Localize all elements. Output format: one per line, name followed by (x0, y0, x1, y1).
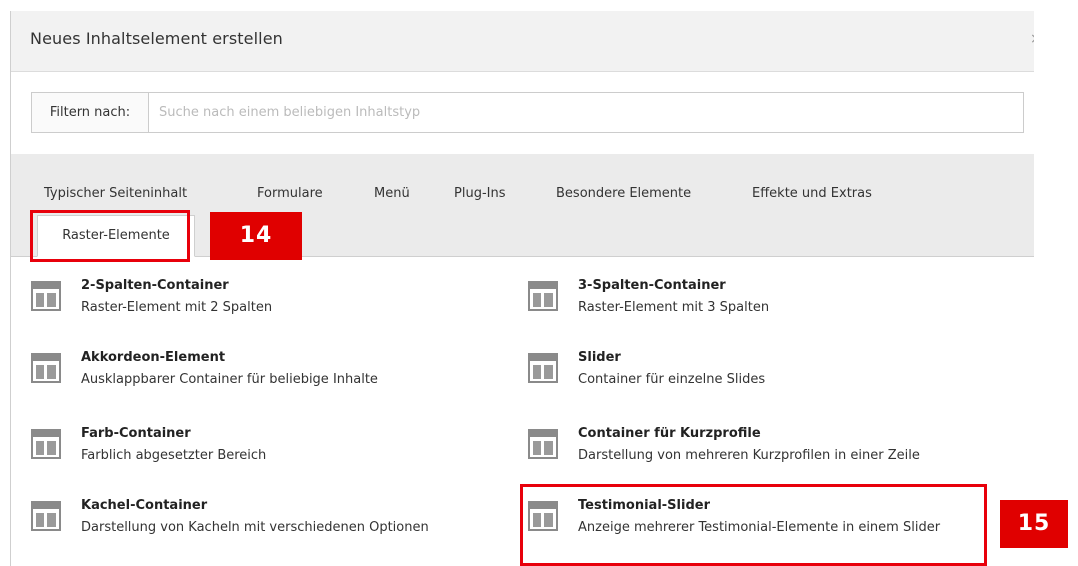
filter-label: Filtern nach: (32, 93, 149, 132)
element-title: 2-Spalten-Container (81, 278, 229, 293)
element-description: Raster-Element mit 3 Spalten (578, 300, 770, 315)
grid-layout-icon (528, 281, 558, 311)
grid-layout-icon (31, 353, 61, 383)
grid-layout-icon (31, 281, 61, 311)
new-content-element-dialog: Neues Inhaltselement erstellen × Filtern… (10, 11, 1034, 566)
grid-layout-icon (528, 429, 558, 459)
element-description: Ausklappbarer Container für beliebige In… (81, 372, 378, 387)
tab-typischer-seiteninhalt[interactable]: Typischer Seiteninhalt (44, 186, 187, 201)
element-description: Farblich abgesetzter Bereich (81, 448, 267, 463)
tab-formulare[interactable]: Formulare (257, 186, 323, 201)
element-description: Darstellung von Kacheln mit verschiedene… (81, 520, 429, 535)
element-title: Akkordeon-Element (81, 350, 226, 365)
dialog-header: Neues Inhaltselement erstellen × (11, 11, 1034, 72)
element-title: Kachel-Container (81, 498, 208, 513)
element-description: Darstellung von mehreren Kurzprofilen in… (578, 448, 920, 463)
page: Neues Inhaltselement erstellen × Filtern… (0, 0, 1078, 566)
grid-layout-icon (528, 353, 558, 383)
dialog-title: Neues Inhaltselement erstellen (30, 29, 283, 48)
highlight-testimonial-slider (520, 484, 987, 566)
element-title: Slider (578, 350, 621, 365)
tab-plug-ins[interactable]: Plug-Ins (454, 186, 505, 201)
grid-layout-icon (31, 429, 61, 459)
element-title: 3-Spalten-Container (578, 278, 726, 293)
element-description: Raster-Element mit 2 Spalten (81, 300, 273, 315)
element-title: Container für Kurzprofile (578, 426, 761, 441)
grid-layout-icon (31, 501, 61, 531)
element-description: Container für einzelne Slides (578, 372, 766, 387)
tab-effekte-und-extras[interactable]: Effekte und Extras (752, 186, 872, 201)
element-title: Farb-Container (81, 426, 191, 441)
close-icon[interactable]: × (1030, 31, 1034, 47)
callout-badge-15: 15 (1000, 500, 1068, 548)
filter-row: Filtern nach: (31, 92, 1024, 133)
search-input[interactable] (150, 93, 1019, 132)
highlight-raster-elemente-tab (30, 210, 190, 262)
tab-menue[interactable]: Menü (374, 186, 410, 201)
callout-badge-14: 14 (210, 212, 302, 260)
tab-besondere-elemente[interactable]: Besondere Elemente (556, 186, 691, 201)
